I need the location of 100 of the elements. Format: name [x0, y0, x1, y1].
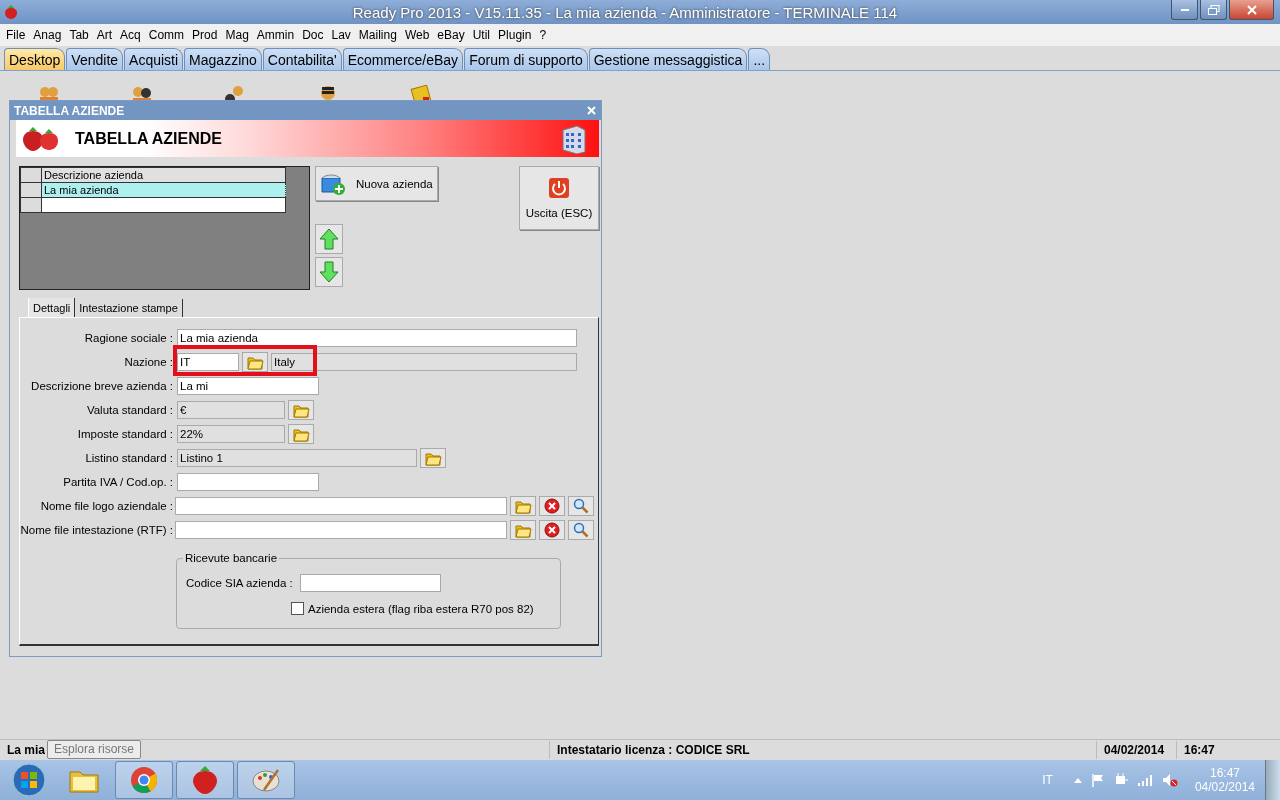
menu-item[interactable]: Ammin	[252, 28, 299, 42]
down-arrow-icon	[319, 261, 339, 283]
menu-item[interactable]: Acq	[116, 28, 145, 42]
lookup-field[interactable]: 22%	[177, 425, 285, 443]
menu-item[interactable]: Web	[400, 28, 434, 42]
building-icon	[559, 123, 587, 154]
tooltip: Esplora risorse	[47, 740, 142, 759]
menu-item[interactable]: Mag	[221, 28, 253, 42]
field-label: Imposte standard :	[76, 428, 173, 440]
menu-item[interactable]: Comm	[144, 28, 189, 42]
file-path-field[interactable]	[175, 521, 507, 539]
field-label: Nazione :	[123, 356, 173, 368]
taskbar-app-button[interactable]	[237, 761, 295, 799]
header-title: TABELLA AZIENDE	[75, 129, 222, 148]
folder-button[interactable]	[288, 424, 314, 444]
menu-item[interactable]: File	[2, 28, 30, 42]
speaker-muted-icon	[1161, 773, 1178, 787]
code-field[interactable]: IT	[177, 353, 239, 371]
move-down-button[interactable]	[315, 257, 343, 287]
menu-item[interactable]: Anag	[29, 28, 66, 42]
window-title: Ready Pro 2013 - V15.11.35 - La mia azienda - Amministratore - TERMINALE 114	[351, 3, 899, 21]
field-label: Valuta standard :	[85, 404, 173, 416]
maximize-button[interactable]	[1200, 0, 1227, 20]
checkbox[interactable]: Azienda estera (flag riba estera R70 pos 82)	[291, 602, 534, 615]
menu-item[interactable]: eBay	[433, 28, 469, 42]
field-label: Nome file intestazione (RTF) :	[20, 524, 173, 536]
file-path-field[interactable]	[175, 497, 507, 515]
tab[interactable]: Magazzino	[184, 48, 262, 70]
signal-icon	[1136, 773, 1153, 787]
new-company-button[interactable]: Nuova azienda	[315, 166, 438, 201]
delete-button[interactable]	[539, 496, 565, 516]
tab[interactable]: Ecommerce/eBay	[342, 48, 464, 70]
taskbar-app-button[interactable]	[115, 761, 173, 799]
menu-item[interactable]: Plugin	[494, 28, 536, 42]
menu-item[interactable]: Lav	[327, 28, 355, 42]
menu-item[interactable]: Doc	[298, 28, 328, 42]
dialog-title: TABELLA AZIENDE	[14, 103, 125, 118]
tab[interactable]: ...	[748, 48, 771, 70]
tab[interactable]: Contabilita'	[262, 48, 342, 70]
status-text: 04/02/2014	[1097, 741, 1177, 759]
text-field[interactable]: La mia azienda	[177, 329, 577, 347]
field-label: Partita IVA / Cod.op. :	[62, 476, 173, 488]
text-field[interactable]	[177, 473, 319, 491]
status-text: 16:47	[1183, 742, 1216, 759]
description-field[interactable]: Italy	[271, 353, 577, 371]
field-label: Listino standard :	[84, 452, 173, 464]
text-field[interactable]: La mi	[177, 377, 319, 395]
menu-item[interactable]: ?	[535, 28, 551, 42]
menu-item[interactable]: Mailing	[354, 28, 401, 42]
field-label: Ragione sociale :	[83, 332, 173, 344]
status-text: Intestatario licenza : CODICE SRL	[550, 741, 1097, 759]
minimize-icon	[1180, 8, 1189, 11]
search-button[interactable]	[568, 496, 594, 516]
folder-button[interactable]	[242, 352, 268, 372]
search-icon	[572, 521, 590, 539]
windows-logo-icon	[12, 763, 46, 797]
strawberry-icon	[3, 4, 19, 20]
tab[interactable]: Vendite	[66, 48, 124, 70]
move-up-button[interactable]	[315, 224, 343, 254]
tab[interactable]: Desktop	[4, 48, 66, 70]
field-label: Codice SIA azienda :	[186, 577, 293, 589]
clock-date: 04/02/2014	[1194, 780, 1255, 794]
plug-icon	[1113, 773, 1128, 787]
restore-icon	[1207, 4, 1220, 15]
close-icon	[587, 106, 596, 115]
close-button[interactable]	[1229, 0, 1274, 20]
search-button[interactable]	[568, 520, 594, 540]
delete-icon	[543, 497, 561, 515]
clock-time: 16:47	[1209, 766, 1240, 780]
field-label: Nome file logo aziendale :	[39, 500, 173, 512]
menu-item[interactable]: Tab	[65, 28, 93, 42]
tab[interactable]: Acquisti	[124, 48, 184, 70]
browser-icon	[128, 764, 160, 796]
minimize-button[interactable]	[1171, 0, 1198, 20]
delete-button[interactable]	[539, 520, 565, 540]
folder-button[interactable]	[288, 400, 314, 420]
text-field[interactable]	[299, 574, 441, 592]
group-title: Ricevute bancarie	[183, 552, 280, 564]
search-icon	[572, 497, 590, 515]
caret-up-icon	[1073, 777, 1082, 783]
menu-item[interactable]: Prod	[188, 28, 222, 42]
menu-item[interactable]: Art	[92, 28, 117, 42]
taskbar-app-button[interactable]	[176, 761, 234, 799]
delete-icon	[543, 521, 561, 539]
power-icon	[548, 177, 570, 199]
folder-button[interactable]	[420, 448, 446, 468]
lookup-field[interactable]: Listino 1	[177, 449, 417, 467]
flag-icon	[1090, 773, 1105, 787]
add-icon	[320, 171, 346, 196]
field-label: Descrizione breve azienda :	[30, 380, 173, 392]
lookup-field[interactable]: €	[177, 401, 285, 419]
tab[interactable]: Dettagli	[28, 298, 76, 317]
menu-item[interactable]: Util	[468, 28, 495, 42]
column-header: Descrizione azienda	[41, 167, 286, 183]
show-desktop-button[interactable]	[1265, 760, 1280, 800]
tab[interactable]: Gestione messaggistica	[588, 48, 748, 70]
tab[interactable]: Forum di supporto	[464, 48, 588, 70]
close-icon	[1246, 4, 1257, 15]
up-arrow-icon	[319, 228, 339, 250]
exit-button[interactable]: Uscita (ESC)	[519, 166, 599, 230]
